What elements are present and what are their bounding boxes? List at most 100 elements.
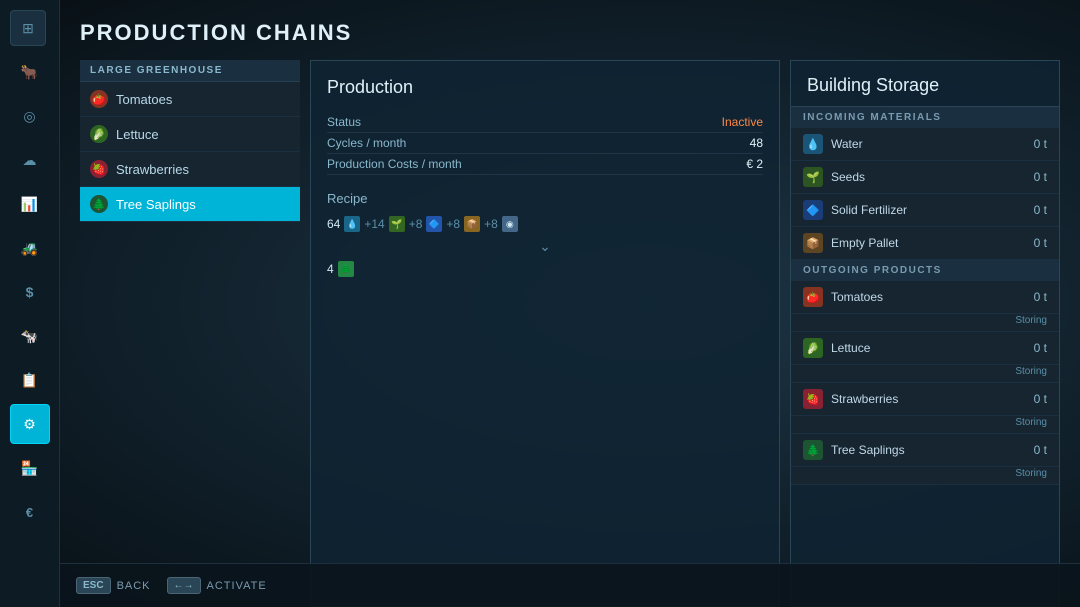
- activate-key-symbol: ←→: [174, 580, 194, 591]
- water-ingredient-icon: 💧: [344, 216, 360, 232]
- pallet-name: Empty Pallet: [831, 236, 1034, 250]
- seeds-ingredient-icon: 🌱: [389, 216, 405, 232]
- ingredient-plus-2: +8: [409, 217, 423, 231]
- saplings-out-name: Tree Saplings: [831, 443, 1034, 457]
- content-row: LARGE GREENHOUSE 🍅 Tomatoes 🥬 Lettuce 🍓 …: [80, 60, 1060, 607]
- sidebar-icon-chart[interactable]: 📊: [10, 184, 50, 224]
- chain-item-strawberries[interactable]: 🍓 Strawberries: [80, 152, 300, 187]
- seeds-value: 0 t: [1034, 170, 1047, 184]
- strawberries-out-name: Strawberries: [831, 392, 1034, 406]
- recipe-output: 4 🌲: [327, 261, 763, 277]
- storage-item-tomatoes-out: 🍅 Tomatoes 0 t: [791, 281, 1059, 314]
- tomatoes-out-icon: 🍅: [803, 287, 823, 307]
- strawberries-storing-label: Storing: [1015, 417, 1047, 428]
- ingredient-plus-1: +14: [364, 217, 384, 231]
- water-name: Water: [831, 137, 1034, 151]
- fertilizer-storage-icon: 🔷: [803, 200, 823, 220]
- production-panel: Production Status Inactive Cycles / mont…: [310, 60, 780, 607]
- costs-value: € 2: [746, 157, 763, 171]
- storage-item-strawberries-out: 🍓 Strawberries 0 t: [791, 383, 1059, 416]
- storage-panel: Building Storage INCOMING MATERIALS 💧 Wa…: [790, 60, 1060, 607]
- incoming-section: INCOMING MATERIALS 💧 Water 0 t 🌱 Seeds 0…: [791, 107, 1059, 260]
- storage-item-water: 💧 Water 0 t: [791, 128, 1059, 161]
- outgoing-section: OUTGOING PRODUCTS 🍅 Tomatoes 0 t Storing…: [791, 260, 1059, 485]
- sidebar-icon-steering[interactable]: ◎: [10, 96, 50, 136]
- output-amount: 4: [327, 262, 334, 276]
- chain-item-tomatoes[interactable]: 🍅 Tomatoes: [80, 82, 300, 117]
- sidebar-icon-factory[interactable]: ⚙: [10, 404, 50, 444]
- ingredient-water-amount: 64: [327, 217, 340, 231]
- ingredient-plus-3: +8: [446, 217, 460, 231]
- status-row: Status Inactive: [327, 112, 763, 133]
- fertilizer-ingredient-icon: 🔷: [426, 216, 442, 232]
- sidebar-icon-contracts[interactable]: 📋: [10, 360, 50, 400]
- chain-label-tree-saplings: Tree Saplings: [116, 197, 196, 212]
- sidebar-icon-weather[interactable]: ☁: [10, 140, 50, 180]
- chain-label-tomatoes: Tomatoes: [116, 92, 172, 107]
- chain-item-lettuce[interactable]: 🥬 Lettuce: [80, 117, 300, 152]
- outgoing-header: OUTGOING PRODUCTS: [791, 260, 1059, 281]
- seeds-storage-icon: 🌱: [803, 167, 823, 187]
- tomatoes-icon: 🍅: [90, 90, 108, 108]
- strawberries-icon: 🍓: [90, 160, 108, 178]
- pallet-value: 0 t: [1034, 236, 1047, 250]
- sidebar-icon-market[interactable]: 🏪: [10, 448, 50, 488]
- pallet-ingredient-icon: 📦: [464, 216, 480, 232]
- recipe-label: Recipe: [327, 191, 763, 206]
- ingredient-plus-4: +8: [484, 217, 498, 231]
- lettuce-icon: 🥬: [90, 125, 108, 143]
- saplings-out-value: 0 t: [1034, 443, 1047, 457]
- page-title: PRODUCTION CHAINS: [80, 20, 1060, 46]
- saplings-storing-label: Storing: [1015, 468, 1047, 479]
- back-button[interactable]: ESC BACK: [76, 577, 151, 594]
- chain-label-lettuce: Lettuce: [116, 127, 159, 142]
- saplings-out-sub: Storing: [791, 467, 1059, 485]
- lettuce-storing-label: Storing: [1015, 366, 1047, 377]
- corner-map-icon[interactable]: ⊞: [10, 10, 46, 46]
- recipe-section: Recipe 64 💧 +14 🌱 +8 🔷 +8 📦 +8 ◉ ⌄ 4 🌲: [327, 191, 763, 277]
- storage-item-seeds: 🌱 Seeds 0 t: [791, 161, 1059, 194]
- misc-ingredient-icon: ◉: [502, 216, 518, 232]
- pallet-storage-icon: 📦: [803, 233, 823, 253]
- lettuce-out-value: 0 t: [1034, 341, 1047, 355]
- back-label: BACK: [117, 580, 151, 592]
- incoming-header: INCOMING MATERIALS: [791, 107, 1059, 128]
- saplings-out-icon: 🌲: [803, 440, 823, 460]
- storage-item-fertilizer: 🔷 Solid Fertilizer 0 t: [791, 194, 1059, 227]
- sidebar-icon-animals[interactable]: 🐂: [10, 52, 50, 92]
- fertilizer-value: 0 t: [1034, 203, 1047, 217]
- chain-item-tree-saplings[interactable]: 🌲 Tree Saplings: [80, 187, 300, 222]
- chain-label-strawberries: Strawberries: [116, 162, 189, 177]
- water-storage-icon: 💧: [803, 134, 823, 154]
- lettuce-out-name: Lettuce: [831, 341, 1034, 355]
- cycles-row: Cycles / month 48: [327, 133, 763, 154]
- cycles-label: Cycles / month: [327, 136, 406, 150]
- tomatoes-out-sub: Storing: [791, 314, 1059, 332]
- activate-key-badge: ←→: [167, 577, 201, 594]
- costs-row: Production Costs / month € 2: [327, 154, 763, 175]
- storage-item-pallet: 📦 Empty Pallet 0 t: [791, 227, 1059, 260]
- chains-section-header: LARGE GREENHOUSE: [80, 60, 300, 82]
- status-label: Status: [327, 115, 361, 129]
- sidebar: ◻ 🐂 ◎ ☁ 📊 🚜 $ 🐄 📋 ⚙ 🏪 €: [0, 0, 60, 607]
- cycles-value: 48: [750, 136, 763, 150]
- seeds-name: Seeds: [831, 170, 1034, 184]
- sidebar-icon-money[interactable]: $: [10, 272, 50, 312]
- tomatoes-out-name: Tomatoes: [831, 290, 1034, 304]
- storage-item-saplings-out: 🌲 Tree Saplings 0 t: [791, 434, 1059, 467]
- chains-panel: LARGE GREENHOUSE 🍅 Tomatoes 🥬 Lettuce 🍓 …: [80, 60, 300, 607]
- fertilizer-name: Solid Fertilizer: [831, 203, 1034, 217]
- sidebar-icon-currency[interactable]: €: [10, 492, 50, 532]
- sidebar-icon-tractor[interactable]: 🚜: [10, 228, 50, 268]
- tomatoes-storing-label: Storing: [1015, 315, 1047, 326]
- strawberries-out-sub: Storing: [791, 416, 1059, 434]
- water-value: 0 t: [1034, 137, 1047, 151]
- sidebar-icon-cattle[interactable]: 🐄: [10, 316, 50, 356]
- storage-title: Building Storage: [791, 61, 1059, 107]
- production-title: Production: [327, 77, 763, 98]
- lettuce-out-icon: 🥬: [803, 338, 823, 358]
- tree-saplings-icon: 🌲: [90, 195, 108, 213]
- activate-button[interactable]: ←→ ACTIVATE: [167, 577, 267, 594]
- costs-label: Production Costs / month: [327, 157, 462, 171]
- tomatoes-out-value: 0 t: [1034, 290, 1047, 304]
